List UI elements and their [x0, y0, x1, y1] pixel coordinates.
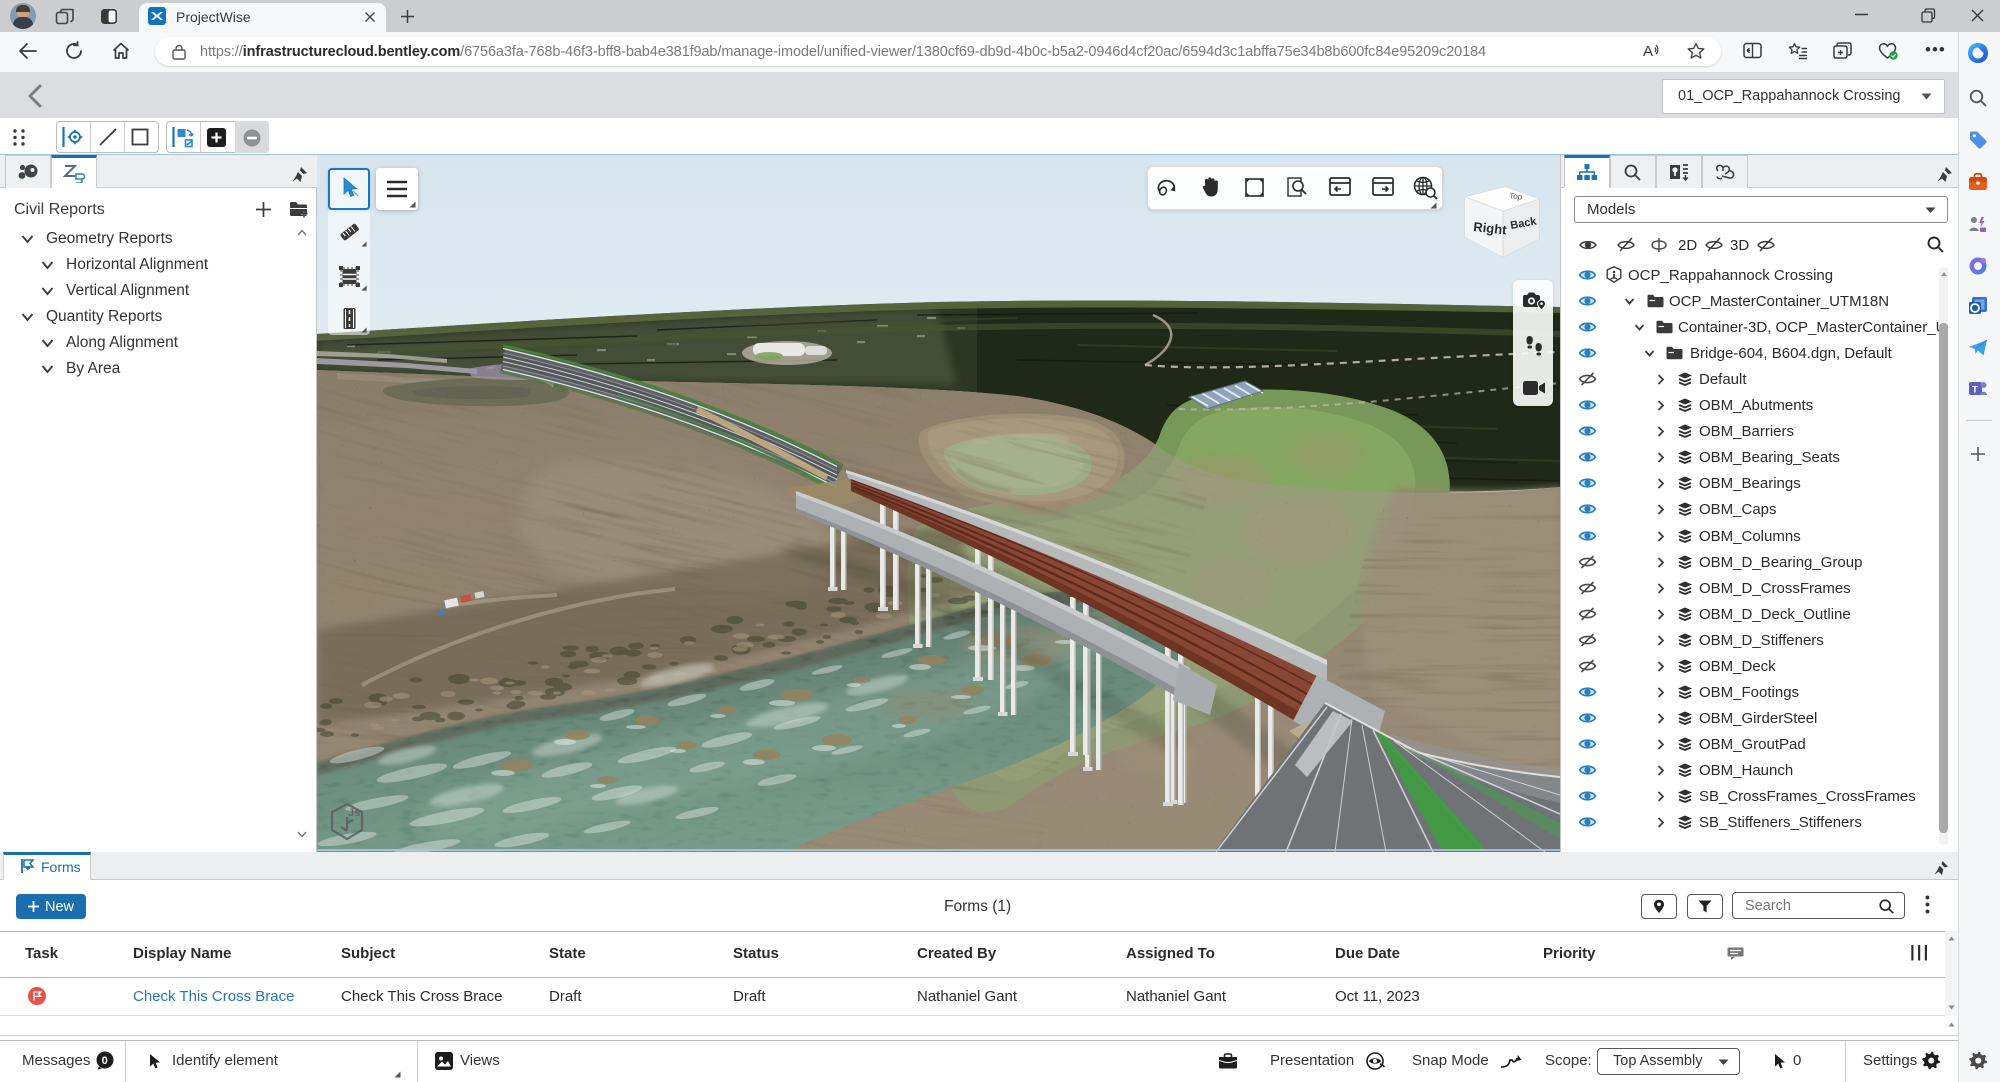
svg-text:A: A — [1643, 43, 1653, 60]
svg-text:T: T — [1972, 385, 1978, 396]
svg-text:0: 0 — [102, 1055, 108, 1067]
svg-text:Top: Top — [1509, 191, 1524, 202]
svg-text:Js: Js — [348, 807, 360, 819]
